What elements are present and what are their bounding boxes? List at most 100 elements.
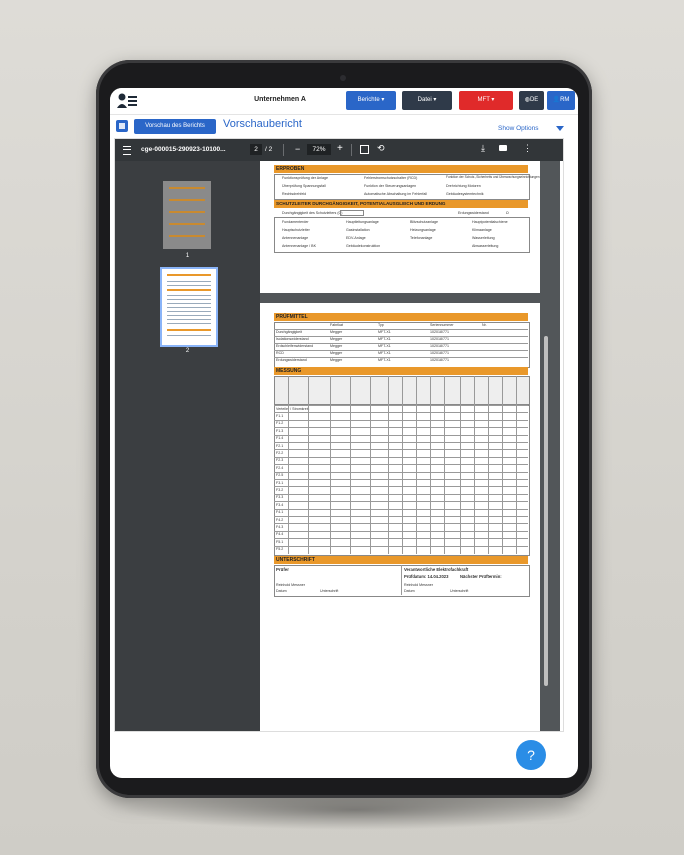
- unterschrift-label: Unterschrift: [450, 589, 469, 593]
- table-column-line: [502, 376, 503, 554]
- zoom-input[interactable]: 72%: [307, 144, 331, 155]
- table-row-line: [274, 336, 528, 337]
- language-label: DE: [529, 97, 539, 103]
- pruefer-label: Prüfer: [276, 567, 289, 572]
- table-column-line: [474, 376, 475, 554]
- zoom-in-icon[interactable]: +: [337, 143, 343, 154]
- page-thumbnail-2[interactable]: [160, 267, 218, 347]
- pruefer-name: Reinhold Messner: [276, 583, 305, 587]
- table-column-line: [388, 376, 389, 554]
- user-button[interactable]: 👤RM: [547, 91, 575, 110]
- zoom-out-icon[interactable]: −: [295, 144, 300, 154]
- show-options-link[interactable]: Show Options: [498, 125, 538, 132]
- pdf-page-1: ERPROBEN Funktionsprüfung der Anlage Feh…: [260, 161, 540, 293]
- table-cell: 102018/771: [430, 337, 449, 341]
- table-cell: Antennenanlage: [282, 236, 309, 240]
- thumbnail-line: [167, 315, 211, 316]
- table-cell: Gebäudesystemtechnik: [446, 192, 484, 196]
- table-cell: EDV-Anlage: [346, 236, 366, 240]
- report-preview-button[interactable]: Vorschau des Berichts: [134, 119, 216, 134]
- thumbnail-line: [167, 281, 211, 282]
- table-cell: Telefonanlage: [410, 236, 433, 240]
- thumbnail-line: [169, 235, 205, 237]
- user-menu-icon[interactable]: [116, 92, 138, 110]
- toolbar-divider: [351, 144, 352, 156]
- table-column-line: [402, 376, 403, 554]
- table-row-line: [274, 419, 528, 421]
- table-cell: Gebäudekonstruktion: [346, 244, 381, 248]
- more-options-icon[interactable]: ⋮: [523, 143, 532, 154]
- table-row-label: F3.1: [276, 480, 284, 485]
- document-area: ERPROBEN Funktionsprüfung der Anlage Feh…: [260, 161, 560, 731]
- table-row-label: F4.2: [276, 517, 284, 522]
- thumbnail-line: [167, 295, 211, 296]
- thumbnail-line: [167, 307, 211, 308]
- table-cell: Erdschleifenwiderstand: [276, 344, 314, 348]
- table-column-line: [444, 376, 445, 554]
- table-column-line: [350, 376, 351, 554]
- table-cell: Megger: [330, 337, 343, 341]
- table-cell: Isolationswiderstand: [276, 337, 309, 341]
- toolbar-divider: [283, 144, 284, 156]
- download-icon[interactable]: ⤓: [481, 143, 485, 154]
- table-row-label: F3.4: [276, 502, 284, 507]
- thumbnail-sidebar: 1 2: [115, 161, 260, 731]
- table-column-line: [430, 376, 431, 554]
- print-icon[interactable]: [499, 145, 507, 151]
- datei-menu-button[interactable]: Datei ▾: [402, 91, 452, 110]
- table-cell: 102018/771: [430, 330, 449, 334]
- thumbnail-line: [169, 223, 205, 225]
- caret-down-icon[interactable]: [556, 126, 564, 131]
- column-header: Nr.: [482, 323, 487, 327]
- table-row-line: [274, 412, 528, 413]
- table-row-line: [274, 471, 528, 473]
- elektrofachkraft-label: Verantwortliche Elektrofachkraft: [404, 567, 469, 572]
- table-cell: Megger: [330, 344, 343, 348]
- help-button[interactable]: ?: [516, 740, 546, 770]
- table-cell: Megger: [330, 358, 343, 362]
- table-column-line: [516, 376, 517, 554]
- table-row-label: Verteiler / Stromkreis: [276, 406, 310, 411]
- table-cell: Gasinstallation: [346, 228, 370, 232]
- table-row-label: F1.1: [276, 413, 284, 418]
- page-thumbnail-1[interactable]: [163, 181, 211, 249]
- table-cell: Drehrichtung Motoren: [446, 184, 481, 188]
- table-cell: Funktion der Schutz-,Sicherheits und Übe…: [446, 175, 540, 179]
- table-row-line: [274, 464, 528, 465]
- table-cell: 102018/771: [430, 344, 449, 348]
- table-cell: Abwasserleitung: [472, 244, 499, 248]
- thumbnail-line: [167, 285, 211, 286]
- hamburger-icon[interactable]: [123, 146, 131, 155]
- table-cell: Hauptleitungsanlage: [346, 220, 379, 224]
- naechster-pruefttermin: Nächster Prüftermin:: [460, 574, 502, 579]
- thumbnail-line: [167, 311, 211, 312]
- language-button[interactable]: ◍DE: [519, 91, 544, 110]
- berichte-menu-button[interactable]: Berichte ▾: [346, 91, 396, 110]
- mft-menu-button[interactable]: MFT ▾: [459, 91, 513, 110]
- table-cell: MFT-X1: [378, 351, 391, 355]
- table-cell: 102018/771: [430, 351, 449, 355]
- table-row-line: [274, 516, 528, 517]
- page-total: / 2: [265, 146, 273, 153]
- table-row-label: F3.2: [276, 487, 284, 492]
- table-cell: Funktion der Steuerungsanlagen: [364, 184, 417, 188]
- unterschrift-label: Unterschrift: [320, 589, 339, 593]
- square-icon: [119, 123, 125, 129]
- table-column-line: [308, 376, 309, 554]
- table-row-line: [274, 530, 528, 532]
- table-cell: Heizungsanlage: [410, 228, 436, 232]
- fit-page-icon[interactable]: [360, 145, 369, 154]
- scrollbar[interactable]: [544, 336, 548, 686]
- rotate-icon[interactable]: ⟲: [377, 143, 385, 154]
- table-cell: Hauptschutzleiter: [282, 228, 310, 232]
- pruefdatum: Prüfdatum: 14.04.2023: [404, 574, 449, 579]
- table-cell: Automatische Abschaltung im Fehlerfall: [364, 192, 427, 196]
- table-row-label: F2.1: [276, 443, 284, 448]
- table-row-label: F1.2: [276, 421, 284, 426]
- thumbnail-line: [169, 211, 205, 213]
- table-cell: Ω: [506, 211, 509, 215]
- table-cell: Wasserleitung: [472, 236, 495, 240]
- page-number-input[interactable]: 2: [250, 144, 262, 155]
- sidebar-toggle-button[interactable]: [116, 120, 128, 132]
- pdf-filename: cge-000015-290923-10100...: [141, 146, 226, 153]
